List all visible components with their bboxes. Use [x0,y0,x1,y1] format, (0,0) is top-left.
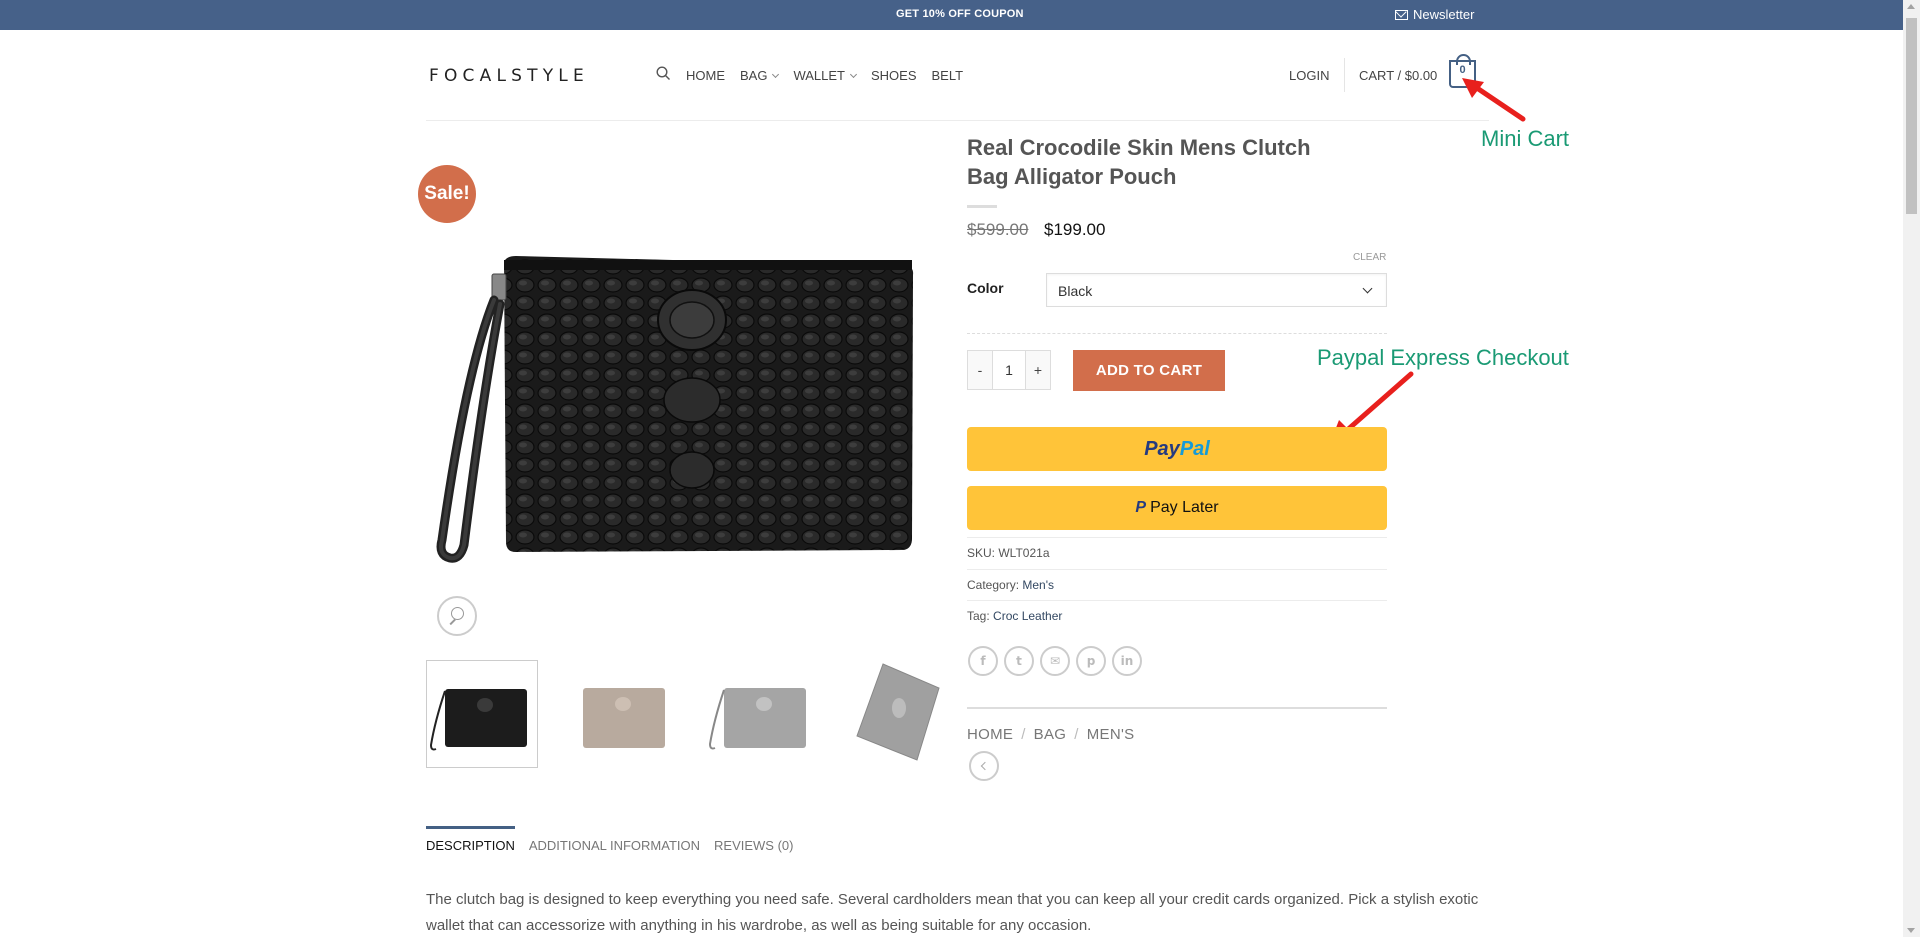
zoom-icon [451,607,464,620]
quantity-minus-button[interactable]: - [968,351,992,389]
clear-selection-link[interactable]: CLEAR [1353,252,1386,263]
email-icon[interactable]: ✉ [1040,646,1070,676]
color-select[interactable]: Black [1046,273,1387,307]
nav-label: BAG [740,68,768,83]
tab-description[interactable]: DESCRIPTION [426,826,515,853]
color-label: Color [967,280,1004,296]
thumbnail-black-clutch[interactable] [426,660,538,768]
main-nav: HOME BAG WALLET SHOES BELT [686,68,978,83]
quantity-input[interactable]: 1 [992,351,1026,389]
sale-badge: Sale! [418,165,476,223]
thumbnail-silver-clutch[interactable] [704,660,816,768]
site-logo[interactable]: FOCALSTYLE [429,66,589,86]
product-title: Real Crocodile Skin Mens Clutch Bag Alli… [967,135,1311,189]
thumbnail-image [708,688,806,750]
thumbnail-strip [426,660,955,768]
thumbnail-silver-wallet[interactable] [843,660,955,768]
thumbnail-image [856,663,940,761]
share-icons: f t ✉ p in [968,646,1142,676]
scroll-up-icon[interactable] [1907,4,1915,9]
category-row: Category: Men's [967,569,1387,600]
pinterest-icon[interactable]: p [1076,646,1106,676]
sku-label: SKU: [967,546,996,560]
nav-item-belt[interactable]: BELT [932,68,964,83]
newsletter-link[interactable]: Newsletter [1395,7,1474,22]
tag-row: Tag: Croc Leather [967,600,1387,631]
sale-price: $199.00 [1044,220,1106,239]
header-divider [1344,58,1345,92]
breadcrumb-home[interactable]: HOME [967,726,1013,743]
original-price: $599.00 [967,220,1029,239]
coupon-link[interactable]: GET 10% OFF COUPON [896,8,1024,20]
search-icon[interactable] [656,66,670,80]
nav-label: HOME [686,68,725,83]
paypal-pay-later-button[interactable]: P Pay Later [967,486,1387,530]
nav-item-shoes[interactable]: SHOES [871,68,917,83]
chevron-down-icon [1362,283,1373,294]
breadcrumb-bag[interactable]: BAG [1034,726,1067,743]
paypal-logo-pal: Pal [1179,438,1210,460]
facebook-icon[interactable]: f [968,646,998,676]
tag-link[interactable]: Croc Leather [993,609,1062,623]
previous-product-button[interactable] [969,751,999,781]
mini-cart-annotation: Mini Cart [1481,126,1570,151]
breadcrumb-separator: / [1021,726,1026,743]
zoom-icon-handle [449,618,456,625]
breadcrumb-mens[interactable]: MEN'S [1087,726,1135,743]
product-description: The clutch bag is designed to keep every… [426,891,1479,934]
nav-label: SHOES [871,68,917,83]
header-divider-line [426,120,1489,121]
top-bar: GET 10% OFF COUPON Newsletter [0,0,1903,30]
nav-item-wallet[interactable]: WALLET [793,68,858,83]
paypal-logo-pay: Pay [1144,438,1180,460]
tab-additional-information[interactable]: ADDITIONAL INFORMATION [529,826,700,853]
tag-label: Tag: [967,609,990,623]
color-select-value: Black [1058,283,1093,299]
mini-cart-arrow [1462,78,1526,122]
quantity-plus-button[interactable]: + [1026,351,1050,389]
linkedin-icon[interactable]: in [1112,646,1142,676]
newsletter-label: Newsletter [1413,7,1475,22]
sku-row: SKU: WLT021a [967,537,1387,568]
variation-divider [967,333,1387,334]
breadcrumb-divider [967,707,1387,709]
quantity-stepper: - 1 + [967,350,1051,390]
nav-label: BELT [931,68,964,83]
pay-later-label: Pay Later [1150,499,1219,516]
add-to-cart-button[interactable]: ADD TO CART [1073,350,1225,391]
login-link[interactable]: LOGIN [1289,68,1329,83]
chevron-down-icon [849,70,858,78]
nav-label: WALLET [793,68,845,83]
scrollbar-thumb[interactable] [1906,18,1917,214]
nav-item-bag[interactable]: BAG [740,68,780,83]
tab-reviews[interactable]: REVIEWS (0) [714,826,793,853]
category-link[interactable]: Men's [1022,578,1054,592]
title-divider [967,205,997,208]
paypal-annotation: Paypal Express Checkout [1317,345,1569,370]
chevron-down-icon [772,70,780,78]
nav-item-home[interactable]: HOME [686,68,725,83]
zoom-button[interactable] [437,596,477,636]
breadcrumb-separator: / [1074,726,1079,743]
thumbnail-image [583,688,665,748]
product-main-image[interactable] [426,240,936,570]
envelope-icon [1395,9,1408,20]
paypal-icon: P [1135,499,1147,516]
thumbnail-gold-clutch[interactable] [565,660,677,768]
cart-link[interactable]: CART / $0.00 [1359,68,1437,83]
thumbnail-image [429,689,527,751]
paypal-button[interactable]: PayPal [967,427,1387,471]
product-tabs: DESCRIPTION ADDITIONAL INFORMATION REVIE… [426,826,793,853]
twitter-icon[interactable]: t [1004,646,1034,676]
scroll-down-icon[interactable] [1907,928,1915,933]
category-label: Category: [967,578,1020,592]
page-scrollbar[interactable] [1903,0,1920,937]
breadcrumb: HOME / BAG / MEN'S [967,726,1134,743]
sku-value: WLT021a [998,546,1050,560]
